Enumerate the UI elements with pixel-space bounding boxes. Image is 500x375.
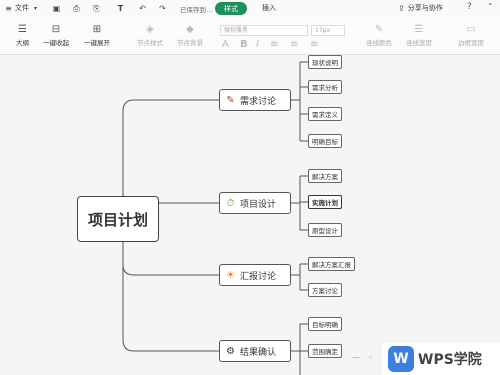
node-background-button[interactable]: ◆ 节点背景 bbox=[177, 23, 203, 47]
timer-icon: ⏱ bbox=[226, 197, 235, 209]
outline-icon: ☰ bbox=[18, 24, 27, 35]
zoom-indicator-icon[interactable]: ◦ bbox=[368, 353, 373, 362]
border-width-button[interactable]: ▭ 边框宽度 bbox=[458, 23, 484, 47]
line-color-button[interactable]: ✎ 连线颜色 bbox=[366, 23, 392, 47]
border-width-label: 边框宽度 bbox=[458, 39, 484, 47]
expand-all-button[interactable]: ⊞ 一键展开 bbox=[84, 23, 110, 47]
export-icon[interactable]: ⎘ bbox=[92, 4, 101, 13]
wps-academy-watermark: W WPS学院 bbox=[382, 343, 500, 375]
leaf-node[interactable]: 原型设计 bbox=[308, 223, 342, 237]
outline-label: 大纲 bbox=[16, 39, 29, 47]
line-width-icon: ☰ bbox=[414, 24, 424, 35]
branch-node-report[interactable]: ☀ 汇报讨论 bbox=[219, 264, 291, 286]
branch-label: 需求讨论 bbox=[240, 96, 277, 107]
gear-icon: ⚙ bbox=[226, 345, 235, 357]
align-right-icon[interactable]: ≡ bbox=[310, 39, 318, 50]
branch-label: 汇报讨论 bbox=[240, 271, 277, 282]
branch-label: 项目设计 bbox=[240, 199, 277, 210]
wps-logo: W bbox=[388, 346, 414, 372]
line-color-icon: ✎ bbox=[374, 24, 384, 35]
tab-insert[interactable]: 插入 bbox=[262, 3, 276, 13]
branch-label: 结果确认 bbox=[240, 347, 277, 358]
italic-icon[interactable]: I bbox=[256, 39, 259, 50]
share-button[interactable]: ⇪ 分享与协作 bbox=[398, 3, 443, 13]
leaf-node[interactable]: 范围确定 bbox=[308, 344, 342, 358]
node-style-label: 节点样式 bbox=[137, 39, 163, 47]
menu-bar: ≡ 文件 ▾ ▣ ⎙ ⎘ T ↶ ↷ 已保存到... 样式 插入 ⇪ 分享与协作… bbox=[0, 0, 500, 17]
share-label: 分享与协作 bbox=[407, 4, 443, 12]
leaf-node[interactable]: 方案讨论 bbox=[308, 283, 342, 297]
leaf-node[interactable]: 需求定义 bbox=[308, 107, 342, 121]
undo-icon[interactable]: ↶ bbox=[138, 4, 147, 13]
print-icon[interactable]: ⎙ bbox=[72, 4, 81, 13]
file-menu-label: 文件 bbox=[15, 4, 29, 12]
ribbon-toolbar: ☰ 大纲 ⊟ 一键收起 ⊞ 一键展开 ◈ 节点样式 ◆ 节点背景 微软雅黑 17… bbox=[0, 17, 500, 55]
leaf-node[interactable]: 解决方案汇报 bbox=[308, 257, 355, 271]
hamburger-icon: ≡ bbox=[5, 3, 12, 13]
bulb-icon: ☀ bbox=[226, 269, 235, 281]
node-style-button[interactable]: ◈ 节点样式 bbox=[137, 23, 163, 47]
font-family-select[interactable]: 微软雅黑 bbox=[220, 25, 308, 36]
pencil-icon: ✎ bbox=[226, 94, 235, 106]
minus-box-icon: ⊟ bbox=[51, 24, 61, 35]
wps-academy-text: WPS学院 bbox=[418, 352, 482, 368]
align-left-icon[interactable]: ≡ bbox=[270, 39, 278, 50]
line-width-button[interactable]: ☰ 连线宽度 bbox=[406, 23, 432, 47]
align-center-icon[interactable]: ≡ bbox=[290, 39, 298, 50]
expand-all-label: 一键展开 bbox=[84, 39, 110, 47]
collapse-all-button[interactable]: ⊟ 一键收起 bbox=[43, 23, 69, 47]
zoom-out-icon[interactable]: — bbox=[352, 353, 360, 362]
leaf-node-selected[interactable]: 实施计划 bbox=[308, 195, 342, 209]
save-icon[interactable]: ▣ bbox=[52, 4, 61, 13]
node-style-icon: ◈ bbox=[146, 24, 154, 35]
line-color-label: 连线颜色 bbox=[366, 39, 392, 47]
font-size-select[interactable]: 17px bbox=[311, 25, 345, 36]
plus-box-icon: ⊞ bbox=[92, 24, 102, 35]
outline-button[interactable]: ☰ 大纲 bbox=[16, 23, 29, 47]
paint-bucket-icon: ◆ bbox=[186, 24, 194, 35]
collapse-all-label: 一键收起 bbox=[43, 39, 69, 47]
bold-icon[interactable]: B bbox=[240, 39, 248, 50]
save-status: 已保存到... bbox=[180, 6, 213, 14]
branch-node-design[interactable]: ⏱ 项目设计 bbox=[219, 192, 291, 214]
help-icon[interactable]: ? bbox=[467, 2, 472, 12]
root-node[interactable]: 项目计划 bbox=[77, 196, 159, 242]
format-painter-icon[interactable]: T bbox=[116, 4, 125, 13]
collapse-ribbon-icon[interactable]: ⌃ bbox=[487, 2, 494, 11]
branch-node-confirm[interactable]: ⚙ 结果确认 bbox=[219, 340, 291, 362]
leaf-node[interactable]: 现状说明 bbox=[308, 55, 342, 69]
tab-style[interactable]: 样式 bbox=[215, 2, 247, 15]
line-width-label: 连线宽度 bbox=[406, 39, 432, 47]
share-icon: ⇪ bbox=[398, 3, 405, 13]
font-color-icon[interactable]: A bbox=[222, 39, 229, 50]
chevron-down-icon: ▾ bbox=[33, 4, 37, 12]
redo-icon[interactable]: ↷ bbox=[158, 4, 167, 13]
node-background-label: 节点背景 bbox=[177, 39, 203, 47]
file-menu[interactable]: ≡ 文件 ▾ bbox=[4, 3, 40, 13]
leaf-node[interactable]: 需求分析 bbox=[308, 80, 342, 94]
leaf-node[interactable]: 目标明确 bbox=[308, 317, 342, 331]
leaf-node[interactable]: 解决方案 bbox=[308, 169, 342, 183]
border-width-icon: ▭ bbox=[466, 24, 476, 35]
leaf-node[interactable]: 明确目标 bbox=[308, 134, 342, 148]
branch-node-requirements[interactable]: ✎ 需求讨论 bbox=[219, 89, 291, 111]
